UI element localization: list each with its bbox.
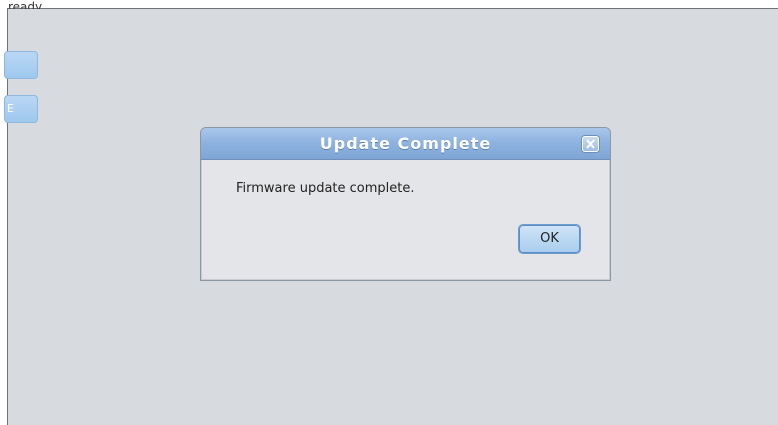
side-button-2[interactable]: E xyxy=(4,95,38,123)
app-window: ready. E Update Complete Firmware update… xyxy=(0,0,778,425)
dialog-message: Firmware update complete. xyxy=(236,181,415,196)
close-button[interactable] xyxy=(582,136,599,152)
dialog-titlebar[interactable]: Update Complete xyxy=(201,128,610,160)
update-complete-dialog: Update Complete Firmware update complete… xyxy=(200,127,611,281)
dialog-title: Update Complete xyxy=(319,134,492,153)
status-text: ready. xyxy=(8,0,45,9)
ok-button[interactable]: OK xyxy=(518,224,581,254)
close-icon xyxy=(586,139,595,149)
side-button-1[interactable] xyxy=(4,51,38,79)
